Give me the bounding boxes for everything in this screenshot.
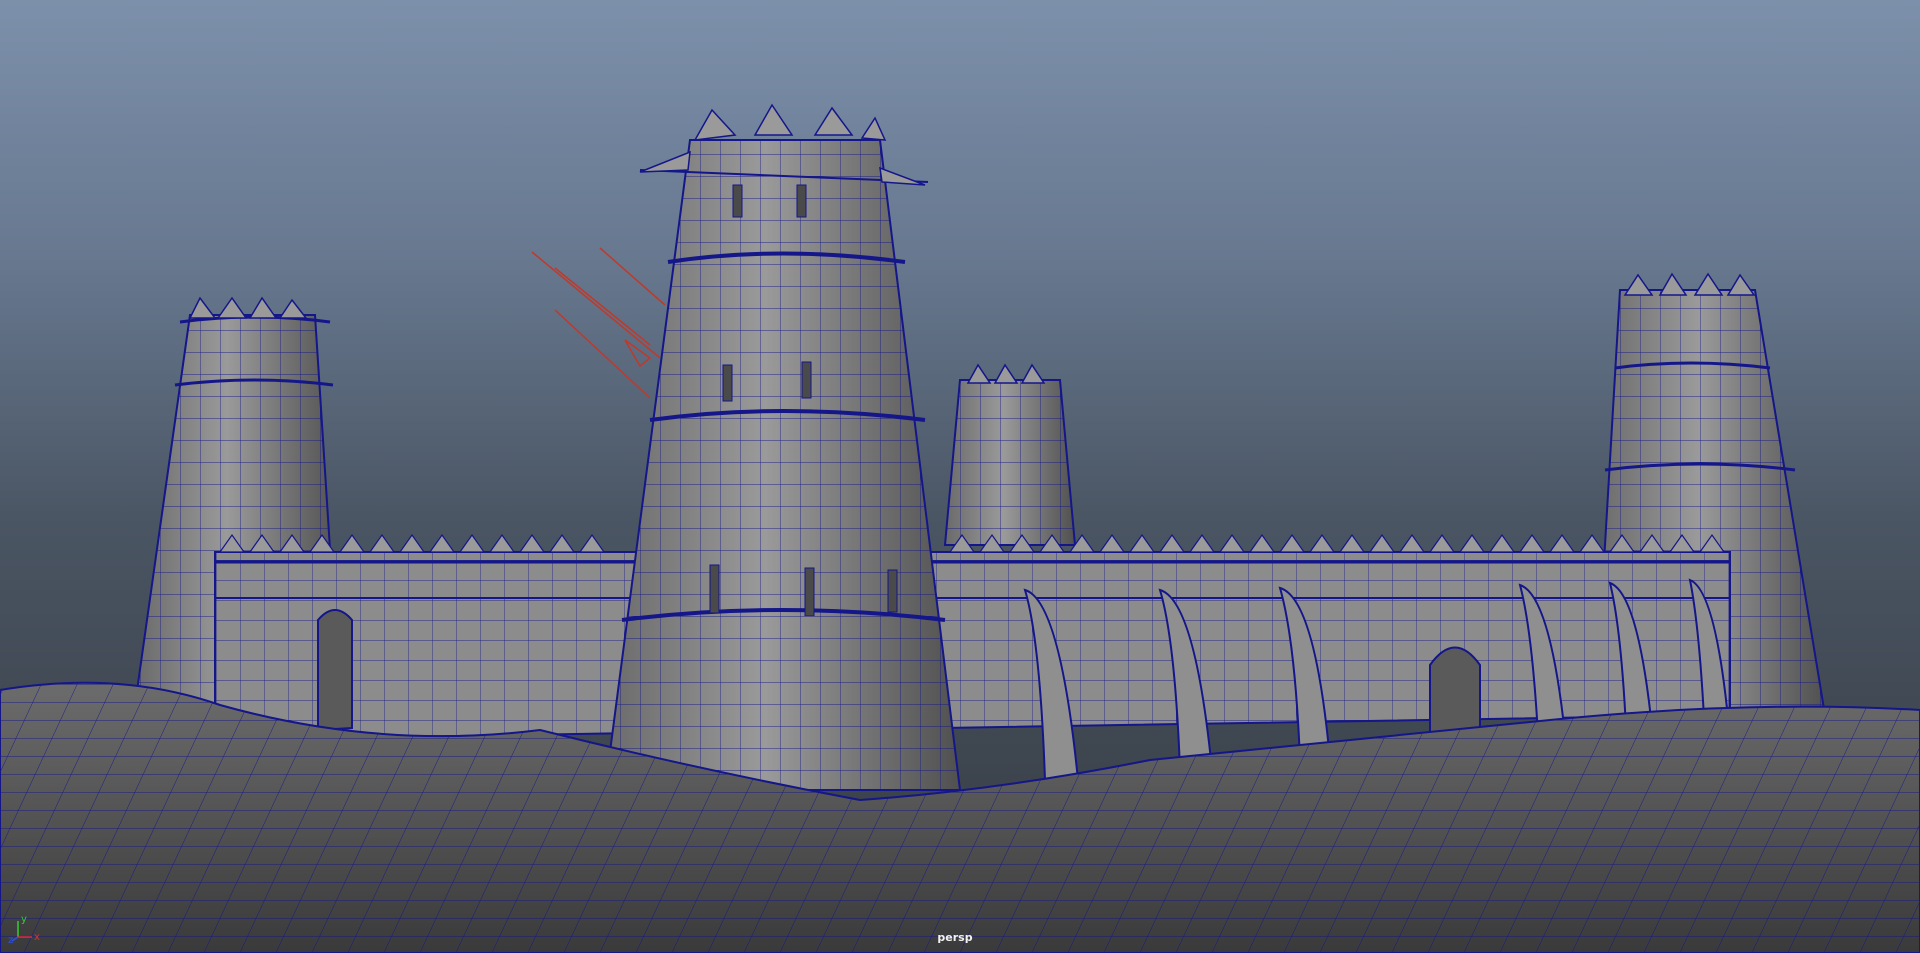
perspective-viewport[interactable]: persp y x z	[0, 0, 1920, 953]
main-tower[interactable]	[603, 103, 962, 791]
x-axis-label: x	[34, 932, 40, 943]
fort-scene[interactable]	[0, 0, 1920, 953]
y-axis-label: y	[21, 914, 27, 925]
camera-name-label: persp	[937, 931, 973, 944]
guide-lines	[531, 247, 666, 399]
z-axis-label: z	[8, 935, 13, 945]
center-tower[interactable]	[943, 363, 1077, 546]
axis-gizmo: y x z	[8, 905, 48, 946]
